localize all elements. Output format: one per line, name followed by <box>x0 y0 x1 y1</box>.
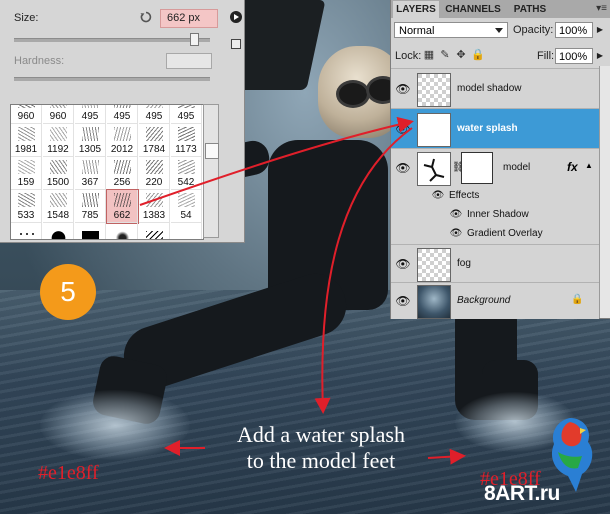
arrow-brush-to-layer <box>139 116 414 206</box>
color-code-left: #e1e8ff <box>38 462 99 484</box>
instruction-caption: Add a water splash to the model feet <box>186 422 456 474</box>
caption-line-2: to the model feet <box>246 448 396 473</box>
step-number-badge: 5 <box>40 264 96 320</box>
watermark: 8ART.ru <box>484 482 560 505</box>
arrow-layer-to-caption <box>314 127 413 414</box>
caption-line-1: Add a water splash <box>236 422 405 447</box>
